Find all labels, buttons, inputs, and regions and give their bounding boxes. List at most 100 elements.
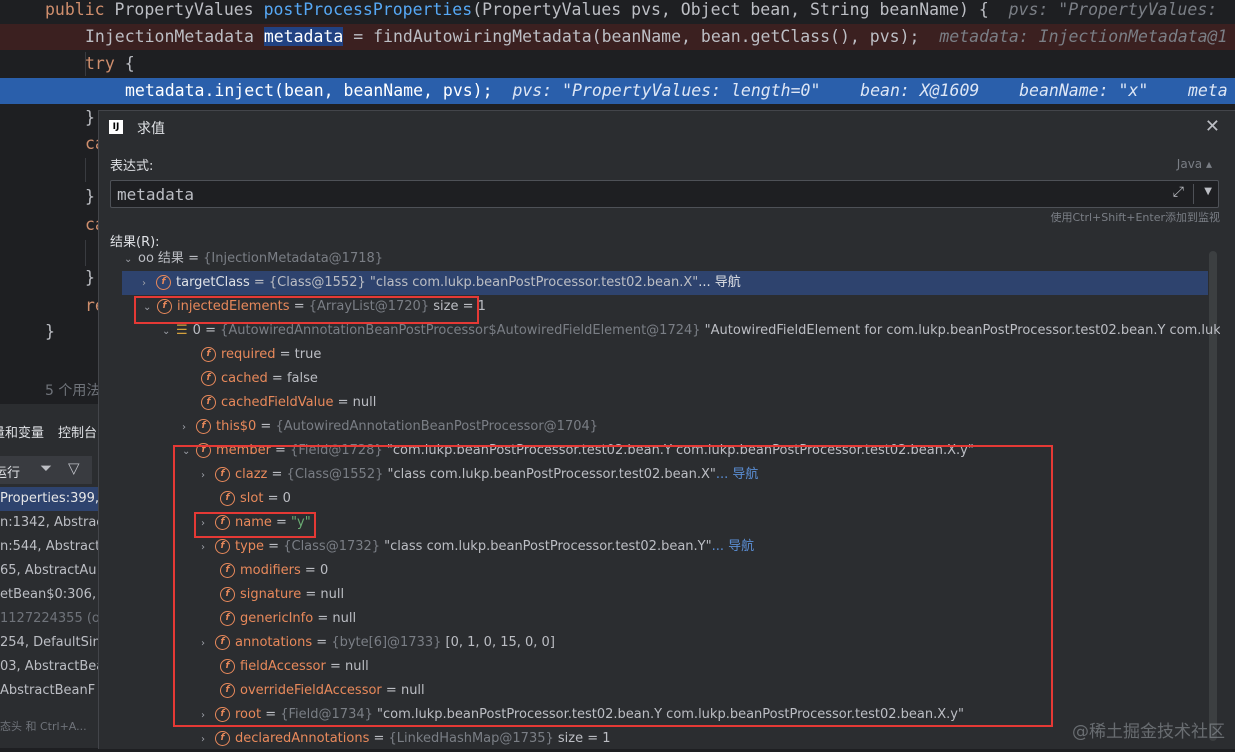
tree-row-required[interactable]: f required = true	[201, 343, 321, 367]
equals: =	[289, 299, 309, 314]
code-line-current-execution[interactable]: metadata.inject(bean, beanName, pvs); pv…	[0, 78, 1235, 104]
tree-row-cached[interactable]: f cached = false	[201, 367, 318, 391]
tree-row-result[interactable]: ⌄ oo 结果 = {InjectionMetadata@1718}	[124, 247, 383, 271]
chevron-down-icon[interactable]: ⌄	[124, 248, 138, 272]
tree-row-member[interactable]: ⌄ f member = {Field@1728} "com.lukp.beanPo…	[182, 439, 974, 463]
node-type: {LinkedHashMap@1735}	[388, 731, 554, 746]
node-type: {ArrayList@1720}	[308, 299, 430, 314]
node-type: {AutowiredAnnotationBeanPostProcessor@17…	[275, 419, 599, 434]
stack-frame[interactable]: etBean$0:306, A	[0, 583, 98, 607]
navigate-link[interactable]: ... 导航	[716, 467, 759, 482]
navigate-link[interactable]: ... 导航	[712, 539, 755, 554]
tree-row-name[interactable]: › f name = "y"	[201, 511, 311, 535]
node-type: {InjectionMetadata@1718}	[203, 251, 384, 266]
node-type: {byte[6]@1733}	[331, 635, 442, 650]
tree-row-element-0[interactable]: ⌄ ☰ 0 = {AutowiredAnnotationBeanPostProces…	[162, 319, 1220, 343]
language-selector[interactable]: Java ▴	[1177, 157, 1212, 171]
toolbar-label[interactable]: 运行	[0, 462, 20, 481]
inline-debug-hint: pvs: "PropertyValues:	[1008, 0, 1218, 19]
debug-tabs: 量和变量控制台	[0, 422, 98, 441]
node-value: 0	[319, 563, 329, 578]
chevron-down-icon[interactable]: ⌄	[143, 296, 157, 320]
tree-row-slot[interactable]: f slot = 0	[220, 487, 291, 511]
equals: =	[261, 707, 281, 722]
expression-field[interactable]: ⤢ ▼	[110, 180, 1219, 208]
node-value: {Class@1552} "class com.lukp.beanPostPro…	[268, 275, 699, 290]
navigate-link[interactable]: ... 导航	[698, 275, 741, 290]
stack-frame[interactable]: 03, AbstractBea	[0, 655, 98, 679]
intellij-logo-icon: IJ	[109, 120, 123, 134]
method-params: (PropertyValues pvs, Object bean, String…	[472, 0, 989, 19]
stack-frame[interactable]: n:1342, Abstrac	[0, 511, 98, 535]
code-line-try[interactable]: try {	[0, 51, 1235, 77]
chevron-down-icon[interactable]: ▼	[1204, 186, 1212, 197]
chevron-down-icon[interactable]: ⌄	[162, 320, 176, 343]
expand-icon[interactable]: ⤢	[1173, 184, 1184, 200]
field-icon: f	[201, 371, 216, 386]
highlighted-variable: metadata	[263, 27, 344, 46]
field-icon: f	[215, 731, 230, 746]
node-name: member	[216, 443, 271, 458]
chevron-right-icon[interactable]: ›	[201, 728, 215, 752]
chevron-right-icon[interactable]: ›	[182, 416, 196, 440]
stack-frame[interactable]: Properties:399,	[0, 487, 98, 511]
inline-debug-hint: metadata: InjectionMetadata@1	[939, 27, 1228, 46]
tab-console[interactable]: 控制台	[58, 426, 97, 441]
tree-row-targetClass[interactable]: › f targetClass = {Class@1552} "class com.…	[122, 271, 1208, 295]
chevron-right-icon[interactable]: ›	[201, 512, 215, 536]
stack-frame[interactable]: 65, AbstractAu	[0, 559, 98, 583]
tree-row-injectedElements[interactable]: ⌄ f injectedElements = {ArrayList@1720} si…	[143, 295, 486, 319]
node-name: 结果	[157, 251, 184, 266]
stack-frame[interactable]: n:544, Abstract	[0, 535, 98, 559]
equals: =	[267, 371, 287, 386]
stack-frame[interactable]: 1127224355 (o	[0, 607, 98, 631]
close-icon[interactable]: ✕	[1205, 116, 1220, 137]
tab-variables[interactable]: 量和变量	[0, 426, 44, 441]
tree-row-clazz[interactable]: › f clazz = {Class@1552} "class com.lukp.b…	[201, 463, 758, 487]
tree-row-modifiers[interactable]: f modifiers = 0	[220, 559, 328, 583]
tree-row-genericInfo[interactable]: f genericInfo = null	[220, 607, 356, 631]
chevron-right-icon[interactable]: ›	[201, 632, 215, 656]
node-value: "AutowiredFieldElement for com.lukp.bean…	[700, 323, 1220, 338]
field-icon: f	[201, 395, 216, 410]
tree-row-fieldAccessor[interactable]: f fieldAccessor = null	[220, 655, 369, 679]
brace: }	[85, 268, 95, 287]
equals: =	[271, 515, 292, 530]
tree-row-signature[interactable]: f signature = null	[220, 583, 344, 607]
node-type: {Field@1734}	[280, 707, 373, 722]
node-type: {Field@1728}	[290, 443, 383, 458]
method-name: postProcessProperties	[263, 0, 473, 19]
code-line-metadata-assign[interactable]: InjectionMetadata metadata = findAutowir…	[0, 24, 1235, 50]
chevron-right-icon[interactable]: ›	[142, 272, 156, 296]
stack-frame-hint: 态头 和 Ctrl+A...	[0, 720, 87, 733]
usages-hint[interactable]: 5 个用法	[45, 380, 100, 400]
node-type: {Class@1732}	[283, 539, 381, 554]
tree-row-type[interactable]: › f type = {Class@1732} "class com.lukp.be…	[201, 535, 754, 559]
equals: =	[333, 395, 353, 410]
code-line-method-signature[interactable]: public PropertyValues postProcessPropert…	[0, 0, 1235, 23]
filter-dropdown-icon[interactable]: ▽	[68, 459, 80, 477]
stack-frame[interactable]: 254, DefaultSin	[0, 631, 98, 655]
tree-row-cachedFieldValue[interactable]: f cachedFieldValue = null	[201, 391, 376, 415]
node-value: "class com.lukp.beanPostProcessor.test02…	[380, 539, 712, 554]
chevron-down-icon[interactable]: ⌄	[182, 440, 196, 464]
tree-row-this0[interactable]: › f this$0 = {AutowiredAnnotationBeanPostP…	[182, 415, 598, 439]
stack-frame[interactable]: AbstractBeanF	[0, 679, 98, 703]
node-type: {AutowiredAnnotationBeanPostProcessor$Au…	[220, 323, 701, 338]
inline-debug-hint: meta	[1188, 81, 1228, 100]
node-name: genericInfo	[240, 611, 314, 626]
tree-row-root[interactable]: › f root = {Field@1734} "com.lukp.beanPost…	[201, 703, 964, 727]
chevron-right-icon[interactable]: ›	[201, 704, 215, 728]
equals: =	[267, 467, 287, 482]
filter-icon[interactable]: ⏷	[40, 459, 52, 477]
node-name: targetClass	[176, 275, 250, 290]
chevron-right-icon[interactable]: ›	[201, 464, 215, 488]
tree-row-declaredAnnotations[interactable]: › f declaredAnnotations = {LinkedHashMap@1…	[201, 727, 611, 751]
expression-input[interactable]	[117, 182, 1157, 206]
node-value: 0	[282, 491, 291, 506]
chevron-right-icon[interactable]: ›	[201, 536, 215, 560]
tree-row-annotations[interactable]: › f annotations = {byte[6]@1733} [0, 1, 0,…	[201, 631, 555, 655]
field-icon: f	[196, 443, 211, 458]
node-name: root	[235, 707, 262, 722]
tree-row-overrideFieldAccessor[interactable]: f overrideFieldAccessor = null	[220, 679, 425, 703]
